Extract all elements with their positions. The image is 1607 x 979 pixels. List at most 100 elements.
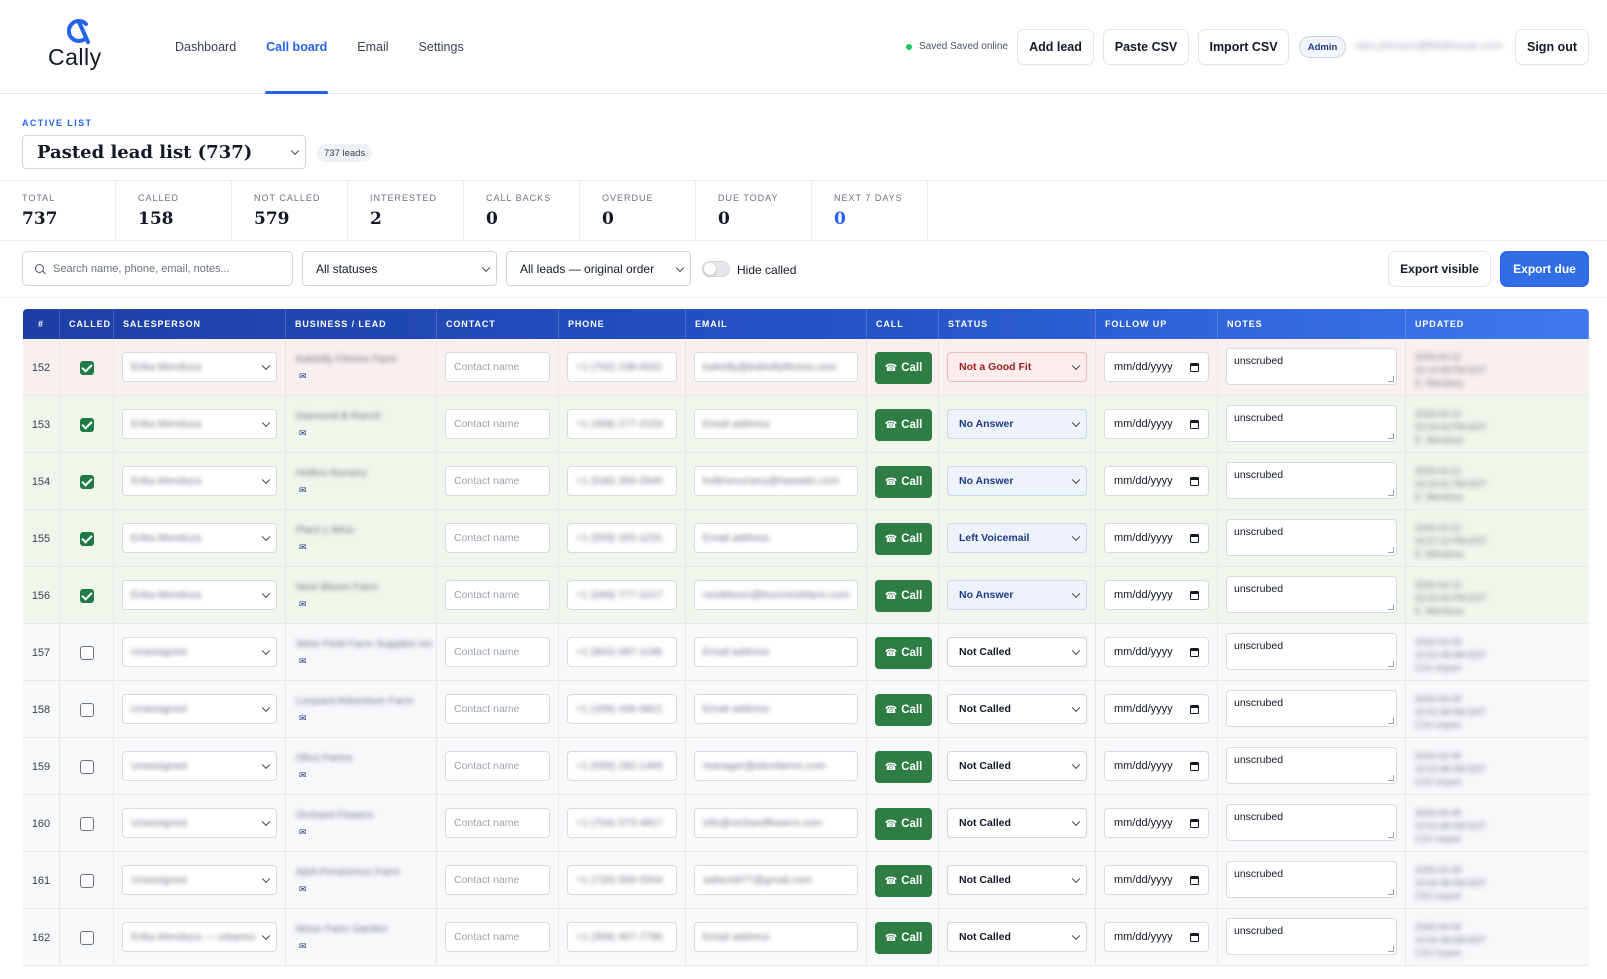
import-csv-button[interactable]: Import CSV bbox=[1198, 29, 1289, 65]
status-select[interactable]: No Answer bbox=[947, 466, 1087, 496]
business-name[interactable]: Plant y Wise bbox=[296, 524, 354, 536]
email-input[interactable]: Email address bbox=[694, 922, 858, 952]
phone-input[interactable]: +1 (559) 325-2231 bbox=[567, 523, 677, 553]
status-select[interactable]: Not Called bbox=[947, 751, 1087, 781]
email-input[interactable]: aafarm877@gmail.com bbox=[694, 865, 858, 895]
business-name[interactable]: A&A Persimmon Farm bbox=[296, 866, 400, 878]
contact-input[interactable]: Contact name bbox=[445, 580, 550, 610]
status-select[interactable]: Not Called bbox=[947, 808, 1087, 838]
paste-csv-button[interactable]: Paste CSV bbox=[1103, 29, 1189, 65]
call-button[interactable]: ☎ Call bbox=[875, 637, 932, 669]
export-visible-button[interactable]: Export visible bbox=[1388, 251, 1491, 287]
salesperson-select[interactable]: Erika Mendoza bbox=[122, 409, 277, 439]
nav-settings[interactable]: Settings bbox=[404, 0, 479, 94]
salesperson-select[interactable]: Erika Mendoza bbox=[122, 466, 277, 496]
col-status-header[interactable]: STATUS bbox=[939, 309, 1096, 339]
mail-icon[interactable]: ✉ bbox=[299, 713, 307, 724]
resize-handle-icon[interactable] bbox=[1388, 604, 1394, 610]
called-checkbox[interactable] bbox=[79, 360, 94, 375]
email-input[interactable]: Email address bbox=[694, 637, 858, 667]
status-select[interactable]: Not Called bbox=[947, 865, 1087, 895]
mail-icon[interactable]: ✉ bbox=[299, 428, 307, 439]
called-checkbox[interactable] bbox=[79, 816, 94, 831]
mail-icon[interactable]: ✉ bbox=[299, 941, 307, 952]
phone-input[interactable]: +1 (702) 238-5531 bbox=[567, 352, 677, 382]
phone-input[interactable]: +1 (802) 597-1198 bbox=[567, 637, 677, 667]
follow-up-date-input[interactable]: mm/dd/yyyy bbox=[1104, 751, 1209, 781]
business-name[interactable]: Olivo Farms bbox=[296, 752, 353, 764]
col-call-header[interactable]: CALL bbox=[867, 309, 939, 339]
follow-up-date-input[interactable]: mm/dd/yyyy bbox=[1104, 466, 1209, 496]
calendar-icon[interactable] bbox=[1190, 477, 1199, 486]
phone-input[interactable]: +1 (530) 356-2940 bbox=[567, 466, 677, 496]
salesperson-select[interactable]: Unassigned bbox=[122, 865, 277, 895]
business-name[interactable]: Hollins Nursery bbox=[296, 467, 367, 479]
called-checkbox[interactable] bbox=[79, 759, 94, 774]
calendar-icon[interactable] bbox=[1190, 933, 1199, 942]
calendar-icon[interactable] bbox=[1190, 762, 1199, 771]
col-updated-header[interactable]: UPDATED bbox=[1406, 309, 1589, 339]
email-input[interactable]: info@orchardflowers.com bbox=[694, 808, 858, 838]
called-checkbox[interactable] bbox=[79, 474, 94, 489]
status-select[interactable]: Not a Good Fit bbox=[947, 352, 1087, 382]
call-button[interactable]: ☎ Call bbox=[875, 409, 932, 441]
follow-up-date-input[interactable]: mm/dd/yyyy bbox=[1104, 580, 1209, 610]
follow-up-date-input[interactable]: mm/dd/yyyy bbox=[1104, 409, 1209, 439]
status-filter-select[interactable]: All statuses bbox=[302, 251, 497, 286]
email-input[interactable]: kaleidly@kaleidlyfitness.com bbox=[694, 352, 858, 382]
business-name[interactable]: Kaleidly Fitness Farm bbox=[296, 353, 397, 365]
calendar-icon[interactable] bbox=[1190, 420, 1199, 429]
business-name[interactable]: Moon Farm Garden bbox=[296, 923, 388, 935]
salesperson-select[interactable]: Erika Mendoza bbox=[122, 580, 277, 610]
follow-up-date-input[interactable]: mm/dd/yyyy bbox=[1104, 523, 1209, 553]
notes-textarea[interactable]: unscrubed bbox=[1226, 519, 1397, 556]
calendar-icon[interactable] bbox=[1190, 876, 1199, 885]
called-checkbox[interactable] bbox=[79, 873, 94, 888]
call-button[interactable]: ☎ Call bbox=[875, 466, 932, 498]
mail-icon[interactable]: ✉ bbox=[299, 371, 307, 382]
brand-logo[interactable]: Cally bbox=[48, 16, 110, 72]
business-name[interactable]: Diamond B Ranch bbox=[296, 410, 381, 422]
call-button[interactable]: ☎ Call bbox=[875, 352, 932, 384]
salesperson-select[interactable]: Erika Mendoza bbox=[122, 523, 277, 553]
business-name[interactable]: Leopard Arboretum Farm bbox=[296, 695, 413, 707]
col-notes-header[interactable]: NOTES bbox=[1218, 309, 1406, 339]
contact-input[interactable]: Contact name bbox=[445, 694, 550, 724]
called-checkbox[interactable] bbox=[79, 588, 94, 603]
add-lead-button[interactable]: Add lead bbox=[1017, 29, 1094, 65]
salesperson-select[interactable]: Erika Mendoza bbox=[122, 352, 277, 382]
col-phone-header[interactable]: PHONE bbox=[559, 309, 686, 339]
contact-input[interactable]: Contact name bbox=[445, 922, 550, 952]
nav-call-board[interactable]: Call board bbox=[251, 0, 342, 94]
status-select[interactable]: No Answer bbox=[947, 580, 1087, 610]
phone-input[interactable]: +1 (308) 457-7780 bbox=[567, 922, 677, 952]
business-name[interactable]: Orchard Flowers bbox=[296, 809, 374, 821]
contact-input[interactable]: Contact name bbox=[445, 523, 550, 553]
status-select[interactable]: Not Called bbox=[947, 922, 1087, 952]
calendar-icon[interactable] bbox=[1190, 534, 1199, 543]
contact-input[interactable]: Contact name bbox=[445, 409, 550, 439]
search-input[interactable]: Search name, phone, email, notes... bbox=[22, 251, 293, 286]
col-number-header[interactable]: # bbox=[23, 309, 60, 339]
phone-input[interactable]: +1 (308) 277-2153 bbox=[567, 409, 677, 439]
call-button[interactable]: ☎ Call bbox=[875, 694, 932, 726]
call-button[interactable]: ☎ Call bbox=[875, 808, 932, 840]
follow-up-date-input[interactable]: mm/dd/yyyy bbox=[1104, 808, 1209, 838]
mail-icon[interactable]: ✉ bbox=[299, 770, 307, 781]
nav-email[interactable]: Email bbox=[342, 0, 403, 94]
notes-textarea[interactable]: unscrubed bbox=[1226, 747, 1397, 784]
called-checkbox[interactable] bbox=[79, 417, 94, 432]
salesperson-select[interactable]: Erika Mendoza — urbanes bbox=[122, 922, 277, 952]
mail-icon[interactable]: ✉ bbox=[299, 884, 307, 895]
resize-handle-icon[interactable] bbox=[1388, 433, 1394, 439]
phone-input[interactable]: +1 (720) 556-5504 bbox=[567, 865, 677, 895]
resize-handle-icon[interactable] bbox=[1388, 490, 1394, 496]
notes-textarea[interactable]: unscrubed bbox=[1226, 462, 1397, 499]
resize-handle-icon[interactable] bbox=[1388, 718, 1394, 724]
status-select[interactable]: Not Called bbox=[947, 637, 1087, 667]
call-button[interactable]: ☎ Call bbox=[875, 922, 932, 954]
resize-handle-icon[interactable] bbox=[1388, 661, 1394, 667]
called-checkbox[interactable] bbox=[79, 645, 94, 660]
notes-textarea[interactable]: unscrubed bbox=[1226, 576, 1397, 613]
called-checkbox[interactable] bbox=[79, 702, 94, 717]
